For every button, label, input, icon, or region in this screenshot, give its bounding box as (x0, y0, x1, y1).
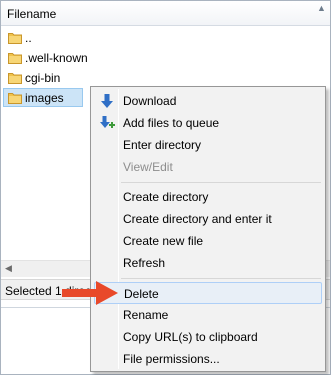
file-name: .. (25, 31, 32, 45)
menu-item-file-permissions[interactable]: File permissions... (94, 348, 322, 370)
file-name: cgi-bin (25, 71, 61, 85)
scroll-left-icon[interactable]: ◀ (5, 263, 12, 274)
menu-item-label: File permissions... (123, 352, 220, 366)
context-menu: Download Add files to queue Enter direct… (90, 86, 326, 372)
menu-item-add-to-queue[interactable]: Add files to queue (94, 112, 322, 134)
menu-item-label: Create new file (123, 234, 204, 248)
menu-item-create-new-file[interactable]: Create new file (94, 230, 322, 252)
folder-icon (8, 73, 22, 84)
menu-separator (121, 182, 321, 183)
menu-item-enter-directory[interactable]: Enter directory (94, 134, 322, 156)
file-row-parent[interactable]: .. (1, 28, 330, 48)
menu-item-label: View/Edit (123, 160, 173, 174)
menu-item-label: Enter directory (123, 138, 202, 152)
menu-item-rename[interactable]: Rename (94, 304, 322, 326)
menu-item-delete[interactable]: Delete (94, 282, 322, 304)
file-row-well-known[interactable]: .well-known (1, 48, 330, 68)
folder-icon (8, 93, 22, 104)
menu-item-label: Add files to queue (123, 116, 220, 130)
menu-item-label: Rename (123, 308, 169, 322)
menu-item-label: Download (123, 94, 177, 108)
folder-icon (8, 53, 22, 64)
annotation-arrow-icon (62, 281, 118, 305)
menu-separator (121, 278, 321, 279)
menu-item-label: Create directory (123, 190, 209, 204)
filename-column-header[interactable]: Filename ▲ (1, 1, 330, 26)
menu-item-copy-url[interactable]: Copy URL(s) to clipboard (94, 326, 322, 348)
sort-arrow-icon: ▲ (317, 3, 326, 13)
file-name: images (25, 91, 64, 105)
column-header-label: Filename (7, 7, 57, 21)
menu-item-create-directory-enter[interactable]: Create directory and enter it (94, 208, 322, 230)
file-row-cgi-bin[interactable]: cgi-bin (1, 68, 330, 88)
menu-item-label: Refresh (123, 256, 166, 270)
folder-icon (8, 33, 22, 44)
menu-item-refresh[interactable]: Refresh (94, 252, 322, 274)
add-to-queue-icon (100, 116, 115, 128)
menu-item-view-edit: View/Edit (94, 156, 322, 178)
menu-item-create-directory[interactable]: Create directory (94, 186, 322, 208)
menu-item-download[interactable]: Download (94, 90, 322, 112)
menu-item-label: Copy URL(s) to clipboard (123, 330, 258, 344)
file-name: .well-known (25, 51, 88, 65)
menu-item-label: Create directory and enter it (123, 212, 272, 226)
download-icon (101, 94, 113, 108)
menu-item-label: Delete (124, 287, 159, 301)
